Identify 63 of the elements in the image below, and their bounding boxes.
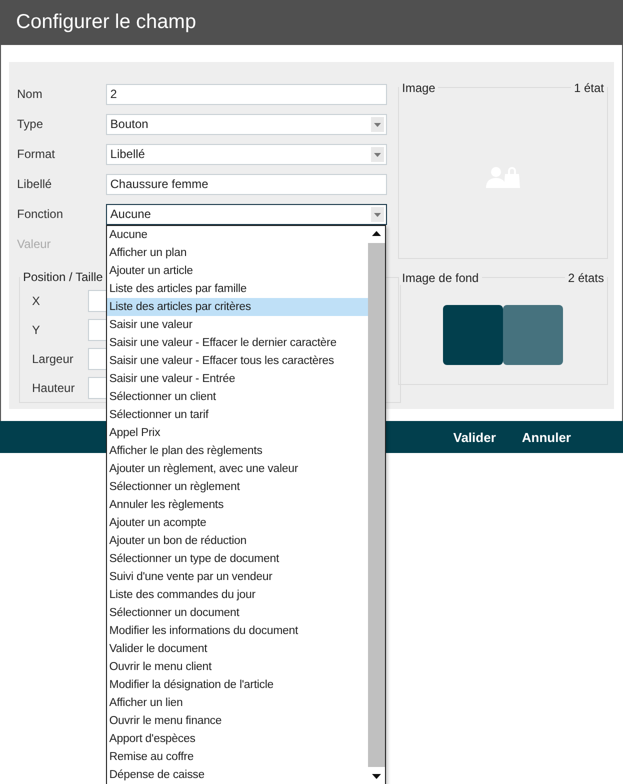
dropdown-option[interactable]: Saisir une valeur - Entrée (107, 370, 368, 388)
dropdown-option[interactable]: Appel Prix (107, 424, 368, 442)
input-field[interactable]: Chaussure femme (106, 174, 387, 194)
group-title: Position / Taille (20, 270, 106, 284)
dropdown-option[interactable]: Ajouter un bon de réduction (107, 532, 368, 550)
window-title: Configurer le champ (16, 11, 196, 34)
field-label: Largeur (32, 352, 74, 366)
input-field[interactable]: 2 (106, 84, 387, 104)
dropdown-option[interactable]: Sélectionner un document (107, 604, 368, 622)
dropdown-option[interactable]: Modifier les informations du document (107, 622, 368, 640)
dropdown-option[interactable]: Annuler les règlements (107, 496, 368, 514)
input-field[interactable] (88, 318, 107, 340)
dropdown-caret-icon[interactable] (371, 206, 384, 222)
dropdown-option[interactable]: Sélectionner un type de document (107, 550, 368, 568)
select-field[interactable]: Libellé (106, 144, 387, 164)
state-count: 2 états (564, 271, 607, 285)
input-field[interactable] (88, 376, 107, 398)
dropdown-caret-icon[interactable] (371, 116, 384, 132)
field-label: Valeur (17, 237, 52, 251)
dropdown-option[interactable]: Remise au coffre (107, 748, 368, 766)
field-label: Format (17, 147, 56, 161)
dropdown-option[interactable]: Ajouter un article (107, 262, 368, 280)
field-label: X (32, 294, 42, 308)
dropdown-option[interactable]: Ouvrir le menu client (107, 658, 368, 676)
state-count: 1 état (570, 81, 607, 95)
dropdown-option[interactable]: Sélectionner un client (107, 388, 368, 406)
dropdown-caret-icon[interactable] (371, 146, 384, 162)
dropdown-option[interactable]: Afficher un lien (107, 694, 368, 712)
field-label: Nom (17, 87, 44, 101)
select-field[interactable]: Bouton (106, 114, 387, 134)
dropdown-option[interactable]: Liste des articles par famille (107, 280, 368, 298)
dropdown-option[interactable]: Saisir une valeur - Effacer tous les caractères (107, 352, 368, 370)
field-label: Y (32, 322, 42, 336)
field-label: Fonction (17, 207, 64, 221)
field-label: Hauteur (32, 380, 76, 394)
dropdown-option[interactable]: Apport d'espèces (107, 730, 368, 748)
dropdown-option[interactable]: Modifier la désignation de l'article (107, 676, 368, 694)
dropdown-option[interactable]: Valider le document (107, 640, 368, 658)
group-title: Image de fond (399, 271, 482, 285)
field-label: Libellé (17, 177, 53, 191)
dropdown-option[interactable]: Dépense de caisse (107, 766, 368, 784)
dropdown-option[interactable]: Sélectionner un tarif (107, 406, 368, 424)
dropdown-option[interactable]: Liste des articles par critères (107, 298, 368, 316)
field-label: Type (17, 117, 44, 131)
scroll-down-icon[interactable] (368, 766, 386, 784)
dropdown-option[interactable]: Ajouter un acompte (107, 514, 368, 532)
scroll-up-icon[interactable] (368, 226, 386, 242)
scrollbar[interactable] (368, 226, 386, 784)
dropdown-option[interactable]: Afficher le plan des règlements (107, 442, 368, 460)
dialog-button[interactable]: Annuler (522, 426, 571, 448)
input-field[interactable] (88, 348, 107, 370)
group-title: Image (399, 81, 438, 95)
dropdown-option[interactable]: Afficher un plan (107, 244, 368, 262)
dropdown-option[interactable]: Suivi d'une vente par un vendeur (107, 568, 368, 586)
dropdown-option[interactable]: Sélectionner un règlement (107, 478, 368, 496)
dropdown-option[interactable]: Saisir une valeur (107, 316, 368, 334)
dropdown-option[interactable]: Aucune (107, 226, 368, 244)
dropdown-option[interactable]: Ouvrir le menu finance (107, 712, 368, 730)
dropdown-option[interactable]: Saisir une valeur - Effacer le dernier caractère (107, 334, 368, 352)
dropdown-option[interactable]: Ajouter un règlement, avec une valeur (107, 460, 368, 478)
dialog-button[interactable]: Valider (453, 426, 496, 448)
dropdown-option[interactable]: Liste des commandes du jour (107, 586, 368, 604)
input-field[interactable] (88, 290, 107, 312)
